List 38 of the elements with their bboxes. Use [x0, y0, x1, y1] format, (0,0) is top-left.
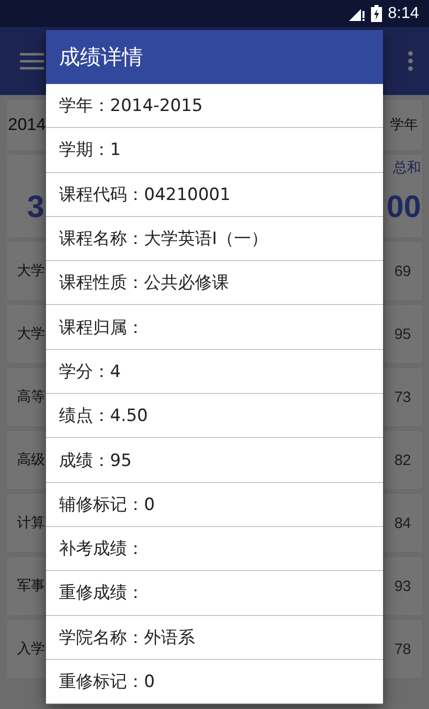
summary-value: 3: [27, 189, 44, 225]
detail-row: 课程归属：: [46, 305, 383, 350]
detail-row: 课程性质：公共必修课: [46, 261, 383, 306]
summary-value: 00: [386, 189, 421, 225]
detail-row: 课程名称：大学英语I（一）: [46, 216, 383, 262]
term-selector[interactable]: 学年: [390, 116, 418, 134]
course-score: 93: [394, 578, 411, 594]
detail-row: 学年：2014-2015: [46, 84, 383, 128]
detail-row: 补考成绩：: [46, 526, 383, 572]
course-score: 73: [394, 388, 411, 406]
detail-row: 学期：1: [46, 128, 383, 173]
course-score: 84: [394, 514, 411, 532]
battery-charging-icon: [370, 5, 382, 22]
detail-row: 绩点：4.50: [46, 394, 383, 438]
course-name: 高等: [17, 388, 45, 406]
course-name: 入学: [17, 640, 45, 658]
detail-row: 学分：4: [46, 350, 383, 394]
course-score: 82: [394, 452, 411, 468]
course-name: 大学: [17, 325, 45, 343]
course-score: 69: [394, 262, 411, 280]
course-name: 高级: [17, 451, 45, 469]
detail-row: 辅修标记：0: [46, 482, 383, 527]
detail-row: 课程代码：04210001: [46, 172, 383, 217]
year-selector[interactable]: 2014: [8, 115, 46, 135]
course-name: 大学: [17, 262, 45, 280]
detail-row: 学院名称：外语系: [46, 616, 383, 660]
detail-row: 成绩：95: [46, 438, 383, 483]
dialog-title: 成绩详情: [46, 30, 383, 84]
total-label: 总和: [393, 159, 421, 177]
menu-icon[interactable]: [20, 52, 44, 70]
course-name: 计算: [17, 514, 45, 532]
detail-row: 重修成绩：: [46, 571, 383, 616]
more-options-icon[interactable]: [408, 51, 413, 71]
course-name: 军事: [17, 577, 45, 595]
status-time: 8:14: [388, 4, 419, 22]
detail-row: 重修标记：0: [46, 660, 383, 704]
course-score: 78: [394, 640, 411, 658]
course-score: 95: [394, 326, 411, 342]
